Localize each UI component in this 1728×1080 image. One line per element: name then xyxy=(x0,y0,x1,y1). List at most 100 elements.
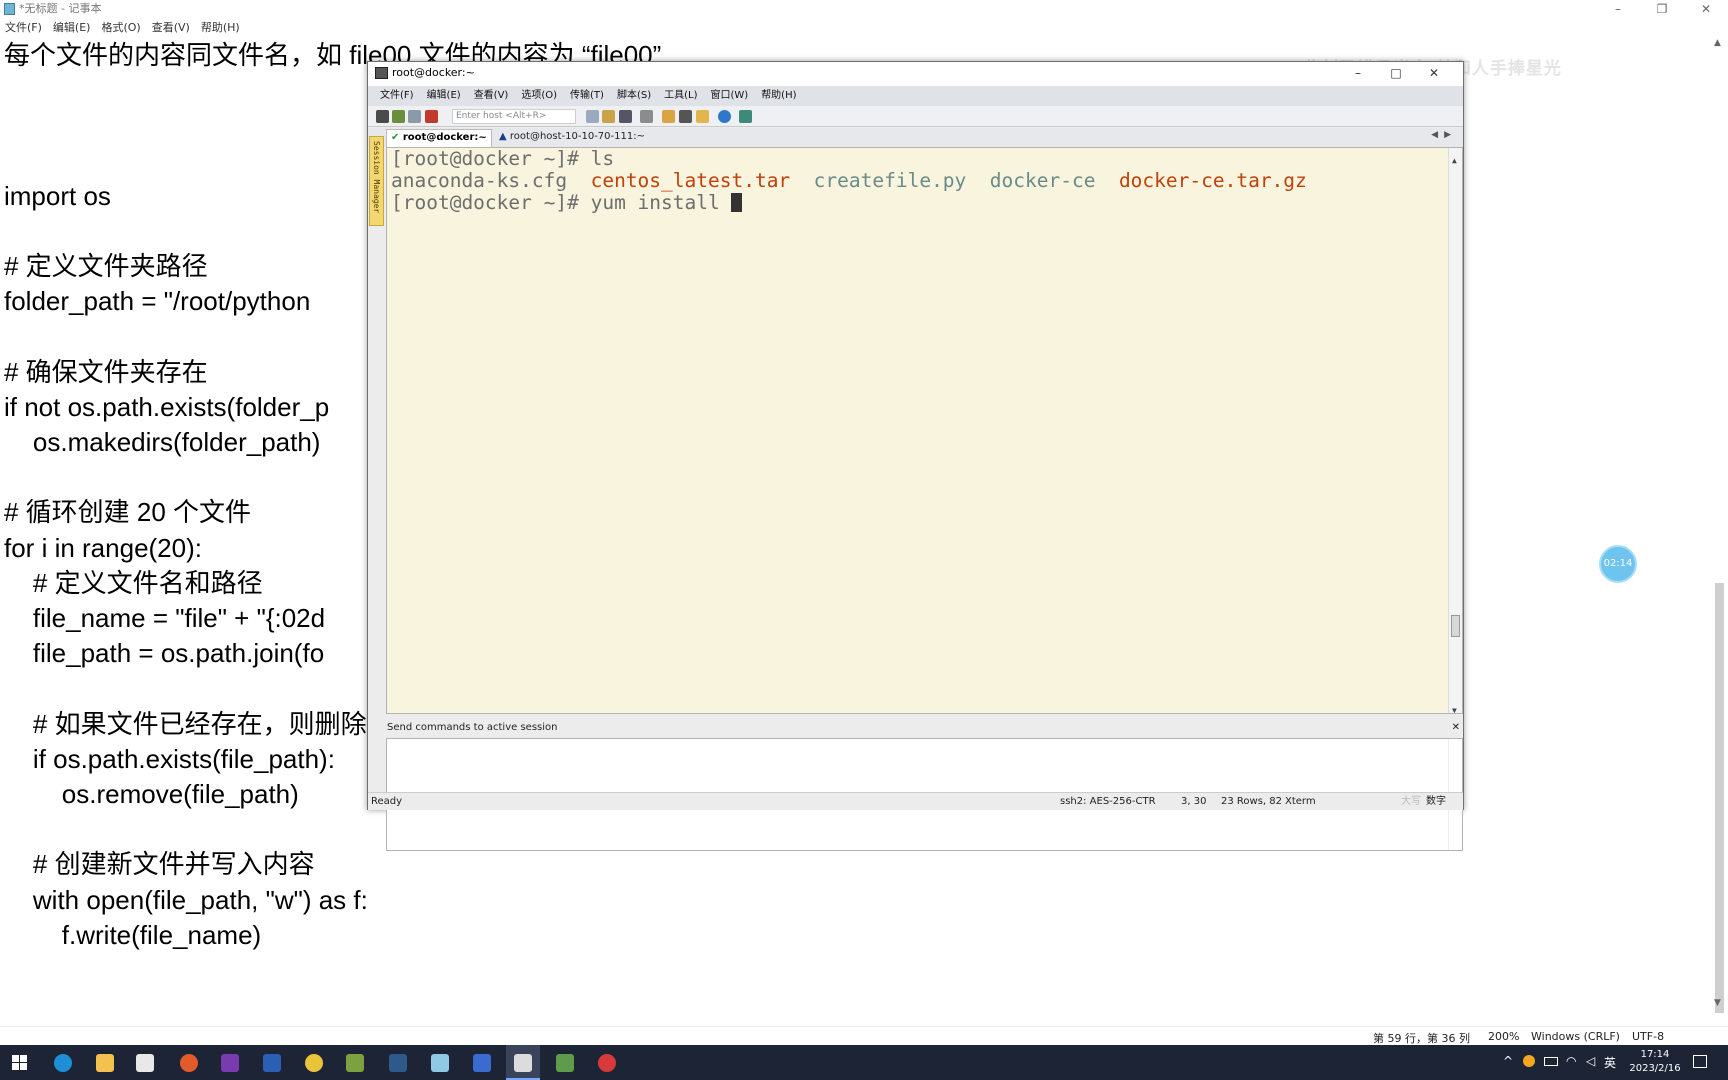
xs-menu-edit[interactable]: 编辑(E) xyxy=(415,86,462,106)
word-icon[interactable] xyxy=(263,1054,281,1072)
xshell-taskbar-button[interactable] xyxy=(506,1045,540,1080)
notepad-icon[interactable] xyxy=(431,1054,449,1072)
menu-view[interactable]: 查看(V) xyxy=(147,18,190,38)
disconnect-icon[interactable] xyxy=(425,110,438,123)
notepad-menubar: 文件(F) 编辑(E) 格式(O) 查看(V) 帮助(H) xyxy=(0,18,246,38)
firefox-icon[interactable] xyxy=(180,1054,198,1072)
tab-label: root@host-10-10-70-111:~ xyxy=(509,131,645,142)
xs-menu-help[interactable]: 帮助(H) xyxy=(749,86,797,106)
host-input[interactable]: Enter host <Alt+R> xyxy=(452,109,576,124)
copy-icon[interactable] xyxy=(586,110,599,123)
print-icon[interactable] xyxy=(640,110,653,123)
status-cursor: 3, 30 xyxy=(1181,796,1207,807)
xshell-minimize-button[interactable]: – xyxy=(1339,62,1377,84)
menu-format[interactable]: 格式(O) xyxy=(96,18,140,38)
terminal-scrollbar[interactable]: ▲ ▼ xyxy=(1448,148,1462,713)
scrollbar-thumb[interactable] xyxy=(1451,615,1460,637)
scroll-down-icon[interactable]: ▼ xyxy=(1714,998,1721,1008)
chevron-up-icon[interactable]: ^ xyxy=(1503,1054,1513,1068)
tab-root-host[interactable]: ▲ root@host-10-10-70-111:~ xyxy=(495,129,645,147)
xshell-maximize-button[interactable]: □ xyxy=(1377,62,1415,84)
notepadpp-icon[interactable] xyxy=(346,1054,364,1072)
scroll-up-icon[interactable]: ▲ xyxy=(1714,38,1721,48)
xftp-icon[interactable] xyxy=(556,1054,574,1072)
reconnect-icon[interactable] xyxy=(408,110,421,123)
editor-line: # 创建新文件并写入内容 xyxy=(4,849,315,880)
start-windows-icon[interactable] xyxy=(12,1055,27,1070)
transfer-icon[interactable] xyxy=(662,110,675,123)
file-entry: centos_latest.tar xyxy=(590,168,791,192)
recording-timer[interactable]: 02:14 xyxy=(1599,545,1637,583)
taskbar: ^ ◠ ◁ 英 17:14 2023/2/16 xyxy=(0,1045,1728,1080)
scrollbar-thumb[interactable] xyxy=(1715,583,1724,1013)
menu-edit[interactable]: 编辑(E) xyxy=(48,18,91,38)
terminal-line-1: [root@docker ~]# ls xyxy=(391,147,615,170)
xs-menu-window[interactable]: 窗口(W) xyxy=(698,86,749,106)
xshell-menubar: 文件(F) 编辑(E) 查看(V) 选项(O) 传输(T) 脚本(S) 工具(L… xyxy=(368,86,1463,106)
clock-date: 2023/2/16 xyxy=(1629,1063,1681,1074)
clock-time: 17:14 xyxy=(1640,1049,1670,1060)
xshell-titlebar: root@docker:~ – □ ✕ xyxy=(368,62,1463,86)
ime-indicator[interactable]: 英 xyxy=(1604,1054,1616,1071)
warning-icon: ▲ xyxy=(499,131,507,142)
scroll-up-icon[interactable]: ▲ xyxy=(1452,150,1457,172)
notepad-title: *无标题 - 记事本 xyxy=(19,2,102,15)
minimize-button[interactable]: – xyxy=(1596,0,1640,18)
chrome-icon[interactable] xyxy=(305,1054,323,1072)
status-ssh: ssh2: AES-256-CTR xyxy=(1060,796,1156,807)
file-explorer-icon[interactable] xyxy=(96,1054,114,1072)
clock[interactable]: 17:14 2023/2/16 xyxy=(1626,1048,1684,1076)
lock-icon[interactable] xyxy=(696,110,709,123)
close-button[interactable]: ✕ xyxy=(1684,0,1728,18)
wifi-icon[interactable]: ◠ xyxy=(1566,1054,1576,1068)
notepad-titlebar: *无标题 - 记事本 – ❐ ✕ xyxy=(0,0,1728,18)
xshell-window: root@docker:~ – □ ✕ 文件(F) 编辑(E) 查看(V) 选项… xyxy=(367,61,1464,851)
onenote-icon[interactable] xyxy=(221,1054,239,1072)
xs-menu-options[interactable]: 选项(O) xyxy=(509,86,558,106)
terminal-output[interactable]: [root@docker ~]# ls anaconda-ks.cfg cent… xyxy=(386,147,1463,714)
scroll-down-icon[interactable]: ▼ xyxy=(1452,700,1457,713)
xs-menu-transfer[interactable]: 传输(T) xyxy=(558,86,605,106)
help-icon[interactable] xyxy=(718,110,731,123)
xs-menu-tools[interactable]: 工具(L) xyxy=(652,86,698,106)
session-manager-panel[interactable]: Session Manager xyxy=(369,136,384,226)
terminal-line-3: [root@docker ~]# yum install xyxy=(391,191,1462,214)
battery-icon[interactable] xyxy=(1544,1057,1558,1066)
app-icon[interactable] xyxy=(473,1054,491,1072)
notepad-horizontal-scrollbar[interactable] xyxy=(0,1012,1711,1026)
file-entry: docker-ce.tar.gz xyxy=(1118,168,1307,192)
notepad-icon xyxy=(4,3,15,15)
vscode-icon[interactable] xyxy=(389,1054,407,1072)
tools-icon[interactable] xyxy=(679,110,692,123)
notification-icon[interactable] xyxy=(1693,1055,1707,1068)
volume-icon[interactable]: ◁ xyxy=(1586,1054,1595,1068)
status-num: 数字 xyxy=(1426,796,1446,807)
close-icon[interactable]: ✕ xyxy=(1452,719,1460,737)
paste-icon[interactable] xyxy=(602,110,615,123)
netease-music-icon[interactable] xyxy=(598,1054,616,1072)
restore-button[interactable]: ❐ xyxy=(1640,0,1684,18)
xs-menu-view[interactable]: 查看(V) xyxy=(462,86,510,106)
connected-check-icon: ✔ xyxy=(391,132,400,143)
layout-icon[interactable] xyxy=(739,110,752,123)
xs-menu-script[interactable]: 脚本(S) xyxy=(605,86,652,106)
notepad-vertical-scrollbar[interactable]: ▲ ▼ xyxy=(1711,38,1728,1013)
xshell-close-button[interactable]: ✕ xyxy=(1415,62,1453,84)
menu-help[interactable]: 帮助(H) xyxy=(196,18,240,38)
session-tabbar: ✔ root@docker:~ × ▲ root@host-10-10-70-1… xyxy=(368,128,1463,159)
editor-line: f.write(file_name) xyxy=(4,919,262,950)
store-icon[interactable] xyxy=(136,1054,154,1072)
xs-menu-file[interactable]: 文件(F) xyxy=(368,86,415,106)
menu-file[interactable]: 文件(F) xyxy=(0,18,42,38)
new-session-icon[interactable] xyxy=(376,110,389,123)
find-icon[interactable] xyxy=(619,110,632,123)
open-session-icon[interactable] xyxy=(392,110,405,123)
line-ending: Windows (CRLF) xyxy=(1531,1030,1620,1043)
status-ready: Ready xyxy=(371,796,403,807)
tray-app-icon[interactable] xyxy=(1523,1055,1535,1067)
status-size: 23 Rows, 82 xyxy=(1221,796,1282,807)
tab-root-docker[interactable]: ✔ root@docker:~ × xyxy=(386,129,492,159)
tab-scroll-arrows[interactable]: ◀▶ xyxy=(1431,130,1457,140)
edge-icon[interactable] xyxy=(54,1054,72,1072)
tab-label: root@docker:~ xyxy=(402,132,487,143)
